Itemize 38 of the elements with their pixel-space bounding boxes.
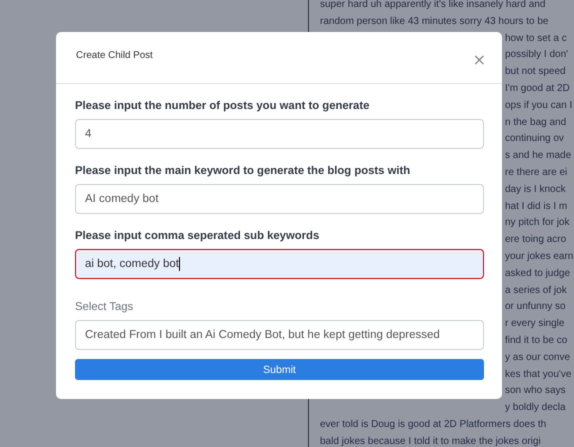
transcript-line: find it to be co [505,334,568,348]
field-label: Select Tags [75,301,134,313]
transcript-line: but not speed [505,65,566,80]
field-label: Please input the main keyword to generate the blog posts with [75,165,412,177]
transcript-line: I'm good at 2D [505,82,570,96]
transcript-line: super hard uh apparently it's like insanely hard and [320,0,546,12]
input-field[interactable]: Created From I built an Ai Comedy Bot, but he kept getting depressed [75,320,484,350]
transcript-line: re there are ei [505,166,568,180]
transcript-line: ere toing acro [505,233,566,248]
input-field[interactable]: 4 [75,119,484,149]
dialog-title: Create Child Post [76,50,153,61]
field-label: Please input comma seperated sub keywords [75,230,320,242]
transcript-line: how to set a c [505,32,567,46]
transcript-line: kes that you've [505,368,572,382]
transcript-line: hat I did is I m [505,200,568,214]
field-label: Please input the number of posts you want to generate [75,100,370,112]
submit-button[interactable]: Submit [75,359,484,380]
transcript-line: s and he made [505,149,572,164]
transcript-line: ever told is Doug is good at 2D Platformers does th [320,418,546,432]
transcript-line: son who says [505,384,566,398]
transcript-line: y as our conve [505,350,570,365]
transcript-line: r every single [505,317,564,332]
transcript-line: random person like 43 minutes sorry 43 hours to be [320,14,548,29]
close-button[interactable]: × [472,50,486,69]
input-field[interactable]: ai bot, comedy bot [75,249,484,279]
transcript-line: ny pitch for jok [505,216,570,230]
transcript-line: n the bag and [505,116,566,130]
transcript-line: possibly I don' [505,48,568,62]
transcript-line: or unfunny so [505,300,566,314]
transcript-line: asked to judge [505,266,570,281]
transcript-line: a series of jok [505,284,567,298]
input-field[interactable]: AI comedy bot [75,184,484,214]
transcript-line: y boldly decla [505,401,566,416]
transcript-line: day is I knock [505,182,566,197]
transcript-line: continuing ov [505,132,564,146]
transcript-line: your jokes earn [505,250,574,264]
transcript-line: bald jokes because I told it to make the jokes origi [320,434,541,447]
transcript-line: ops if you can I [505,98,572,113]
